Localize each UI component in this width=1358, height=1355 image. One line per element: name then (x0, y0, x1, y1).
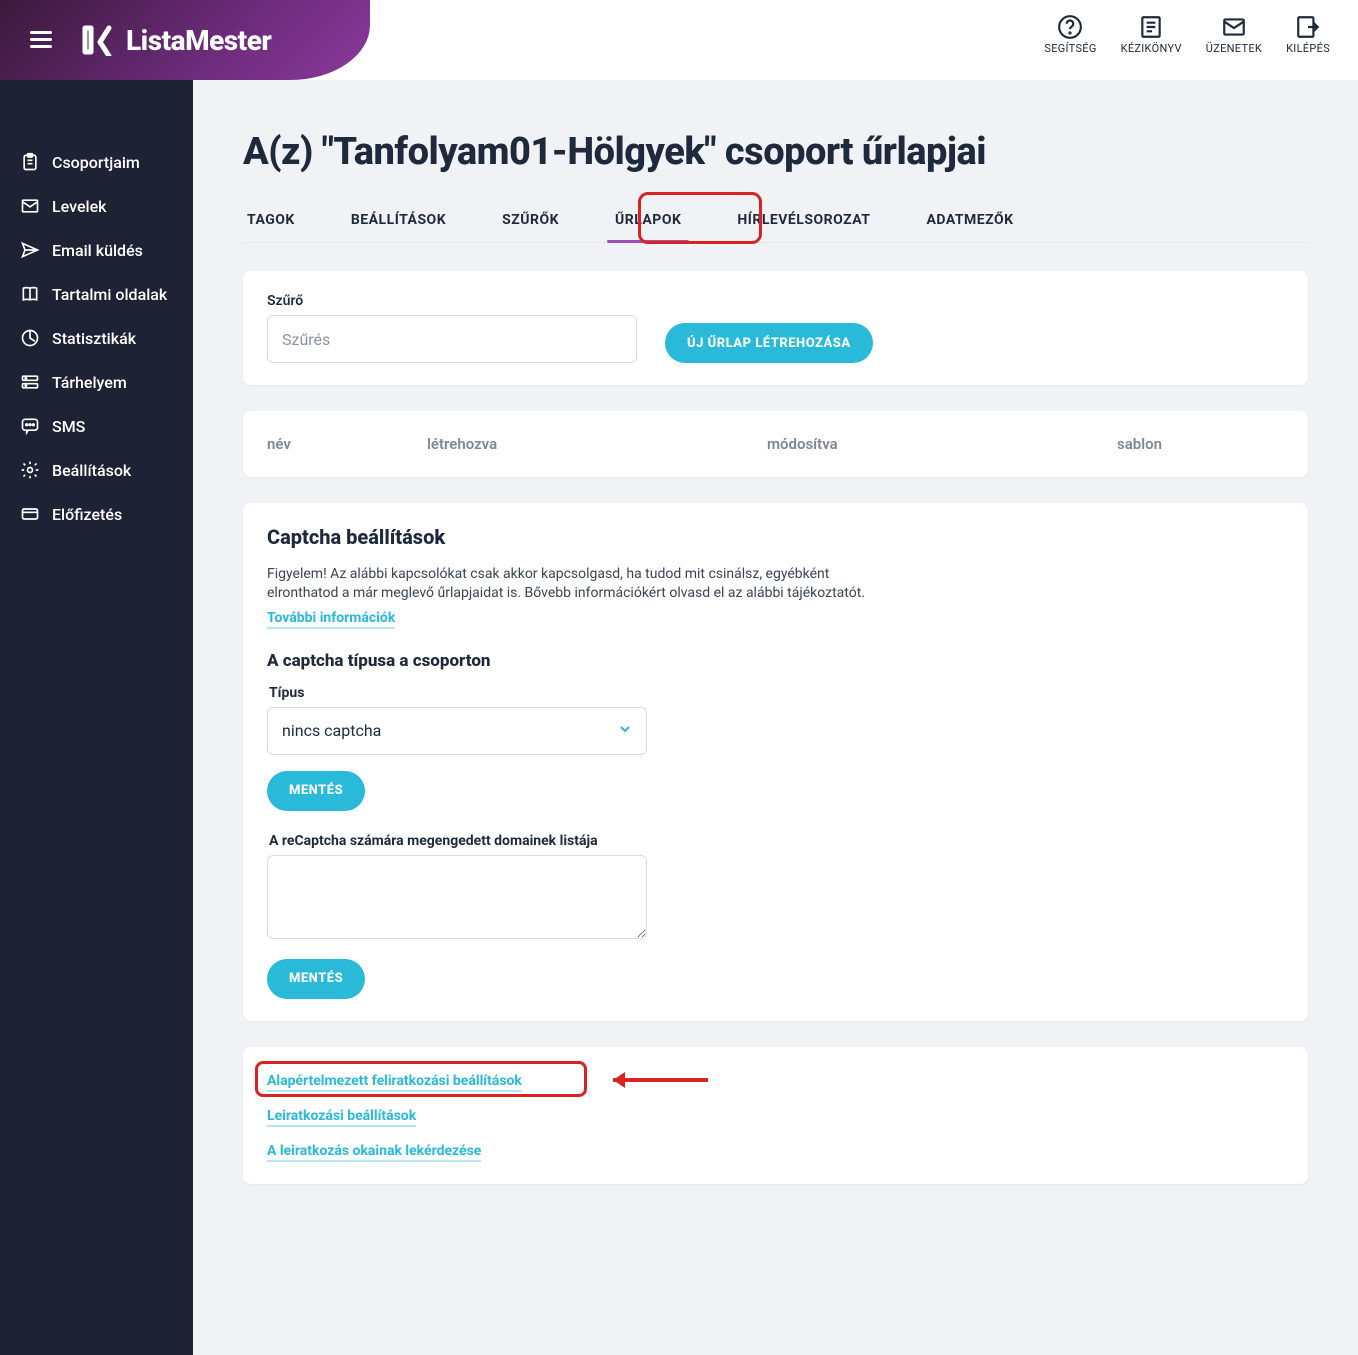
captcha-domains-save-button[interactable]: MENTÉS (267, 959, 365, 999)
topbar: ListaMester SEGÍTSÉG KÉZIKÖNYV ÜZENETEK … (0, 0, 1358, 80)
tab-hirlevelsorozat[interactable]: HÍRLEVÉLSOROZAT (737, 198, 870, 242)
unsubscribe-reasons-link[interactable]: A leiratkozás okainak lekérdezése (267, 1143, 481, 1162)
tab-urlapok[interactable]: ŰRLAPOK (615, 198, 681, 242)
page-title: A(z) "Tanfolyam01-Hölgyek" csoport űrlap… (243, 130, 1308, 174)
logout-icon (1295, 14, 1321, 40)
messages-button[interactable]: ÜZENETEK (1206, 14, 1262, 55)
topbar-brand-area: ListaMester (0, 0, 370, 80)
sms-icon (20, 416, 40, 436)
topbar-item-label: ÜZENETEK (1206, 42, 1262, 55)
sidebar-item-label: Tárhelyem (52, 373, 127, 392)
sidebar-item-letters[interactable]: Levelek (0, 184, 193, 228)
captcha-type-select[interactable]: nincs captcha (267, 707, 647, 755)
default-subscribe-settings-link[interactable]: Alapértelmezett feliratkozási beállításo… (267, 1073, 522, 1092)
th-name: név (267, 435, 427, 453)
sidebar-item-groups[interactable]: Csoportjaim (0, 140, 193, 184)
sidebar-item-subscription[interactable]: Előfizetés (0, 492, 193, 536)
filter-card: Szűrő ÚJ ŰRLAP LÉTREHOZÁSA (243, 271, 1308, 385)
logout-button[interactable]: KILÉPÉS (1286, 14, 1330, 55)
captcha-card: Captcha beállítások Figyelem! Az alábbi … (243, 503, 1308, 1021)
sidebar-item-storage[interactable]: Tárhelyem (0, 360, 193, 404)
sidebar-item-label: Statisztikák (52, 329, 136, 348)
unsubscribe-settings-link[interactable]: Leiratkozási beállítások (267, 1108, 416, 1127)
captcha-domains-textarea[interactable] (267, 855, 647, 939)
help-icon (1057, 14, 1083, 40)
hamburger-icon[interactable] (30, 31, 52, 49)
sidebar: Csoportjaim Levelek Email küldés Tartalm… (0, 80, 193, 1355)
captcha-subtitle: A captcha típusa a csoporton (267, 651, 1284, 671)
brand[interactable]: ListaMester (82, 24, 271, 57)
captcha-domains-label: A reCaptcha számára megengedett domainek… (269, 833, 1284, 849)
sidebar-item-email-send[interactable]: Email küldés (0, 228, 193, 272)
sidebar-item-label: Beállítások (52, 461, 131, 480)
manual-icon (1138, 14, 1164, 40)
stats-icon (20, 328, 40, 348)
filter-input[interactable] (267, 315, 637, 363)
clipboard-icon (20, 152, 40, 172)
help-button[interactable]: SEGÍTSÉG (1044, 14, 1096, 55)
tab-tagok[interactable]: TAGOK (247, 198, 295, 242)
captcha-more-info-link[interactable]: További információk (267, 610, 395, 629)
sidebar-item-settings[interactable]: Beállítások (0, 448, 193, 492)
topbar-actions: SEGÍTSÉG KÉZIKÖNYV ÜZENETEK KILÉPÉS (370, 0, 1358, 55)
brand-name: ListaMester (126, 24, 271, 57)
book-icon (20, 284, 40, 304)
sidebar-item-content-pages[interactable]: Tartalmi oldalak (0, 272, 193, 316)
filter-label: Szűrő (267, 293, 637, 309)
storage-icon (20, 372, 40, 392)
sidebar-item-label: SMS (52, 417, 85, 436)
captcha-description: Figyelem! Az alábbi kapcsolókat csak akk… (267, 565, 887, 603)
sidebar-item-label: Előfizetés (52, 505, 122, 524)
sidebar-item-label: Tartalmi oldalak (52, 285, 167, 304)
captcha-title: Captcha beállítások (267, 525, 1284, 549)
sidebar-item-statistics[interactable]: Statisztikák (0, 316, 193, 360)
th-created: létrehozva (427, 435, 767, 453)
sidebar-item-label: Email küldés (52, 241, 143, 260)
topbar-item-label: SEGÍTSÉG (1044, 42, 1096, 55)
tab-adatmezok[interactable]: ADATMEZŐK (926, 198, 1013, 242)
sidebar-item-sms[interactable]: SMS (0, 404, 193, 448)
th-modified: módosítva (767, 435, 1117, 453)
gear-icon (20, 460, 40, 480)
tabs: TAGOK BEÁLLÍTÁSOK SZŰRŐK ŰRLAPOK HÍRLEVÉ… (243, 198, 1308, 243)
envelope-icon (20, 196, 40, 216)
sidebar-item-label: Csoportjaim (52, 153, 140, 172)
new-form-button[interactable]: ÚJ ŰRLAP LÉTREHOZÁSA (665, 323, 873, 363)
tab-beallitasok[interactable]: BEÁLLÍTÁSOK (351, 198, 446, 242)
subscription-icon (20, 504, 40, 524)
settings-links-card: Alapértelmezett feliratkozási beállításo… (243, 1047, 1308, 1184)
captcha-type-label: Típus (269, 685, 1284, 701)
topbar-item-label: KILÉPÉS (1286, 42, 1330, 55)
sidebar-item-label: Levelek (52, 197, 107, 216)
send-icon (20, 240, 40, 260)
forms-table-header: név létrehozva módosítva sablon (243, 411, 1308, 477)
topbar-item-label: KÉZIKÖNYV (1121, 42, 1182, 55)
messages-icon (1221, 14, 1247, 40)
tab-szurok[interactable]: SZŰRŐK (502, 198, 559, 242)
captcha-type-save-button[interactable]: MENTÉS (267, 771, 365, 811)
th-template: sablon (1117, 435, 1284, 453)
brand-logo-icon (82, 24, 118, 56)
main-content: A(z) "Tanfolyam01-Hölgyek" csoport űrlap… (193, 80, 1358, 1355)
manual-button[interactable]: KÉZIKÖNYV (1121, 14, 1182, 55)
